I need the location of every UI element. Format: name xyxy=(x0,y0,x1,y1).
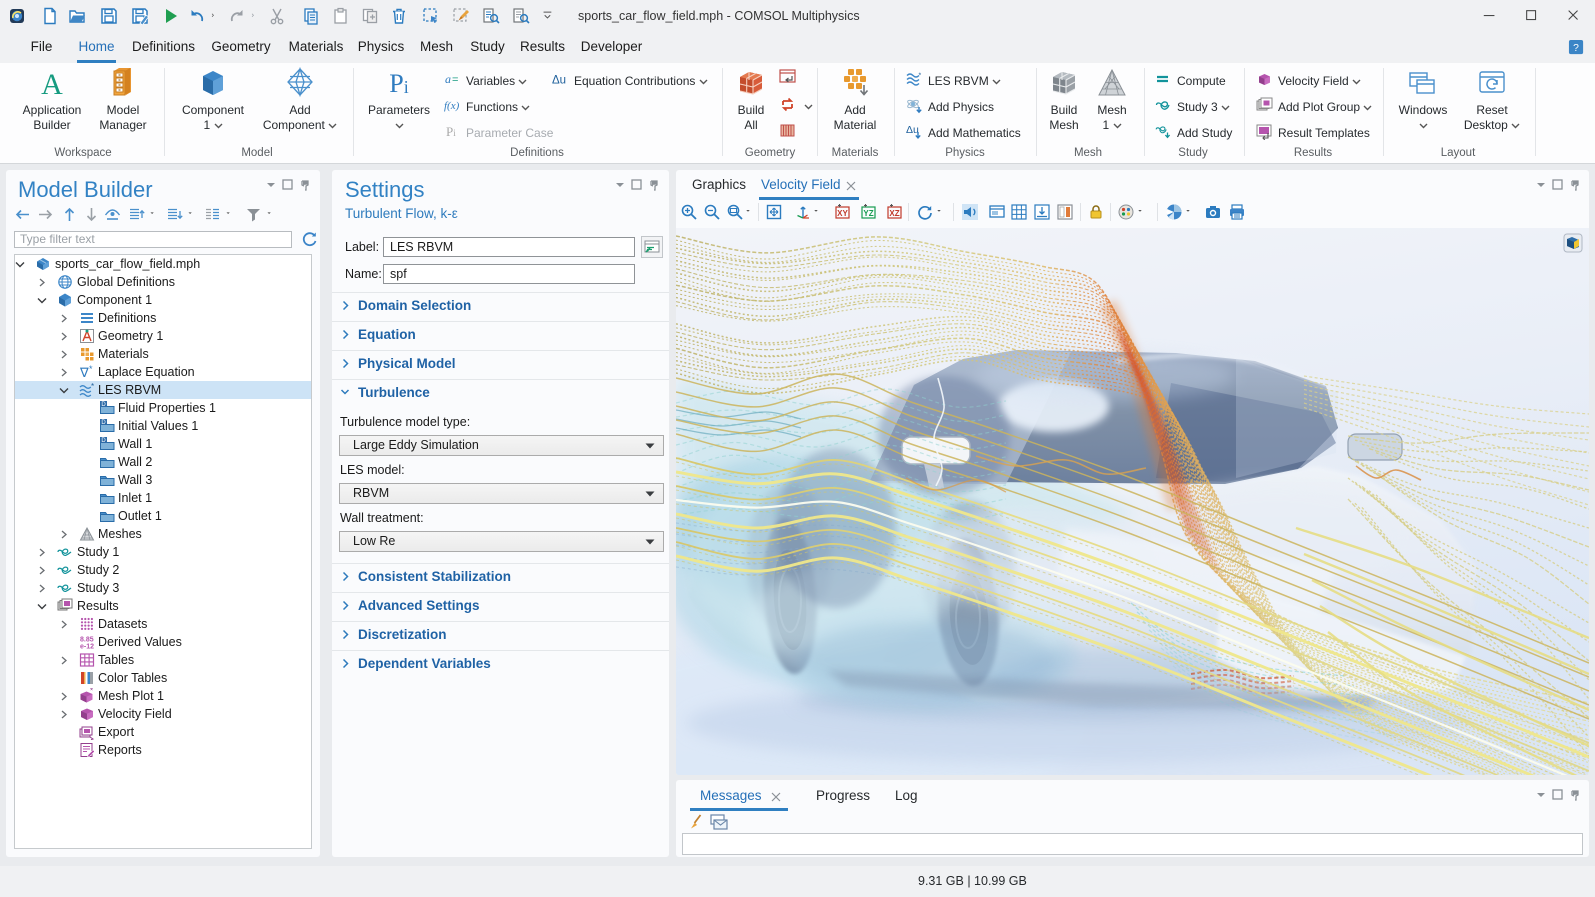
svg-text:D: D xyxy=(101,438,106,444)
svg-text:Pi: Pi xyxy=(389,69,408,98)
svg-text:D: D xyxy=(101,420,106,426)
svg-text:Δu: Δu xyxy=(906,124,919,136)
svg-text:=: = xyxy=(452,74,458,86)
svg-text:?: ? xyxy=(1573,43,1579,54)
svg-text:e-12: e-12 xyxy=(80,644,94,651)
svg-text:*: * xyxy=(919,73,922,80)
svg-text:*: * xyxy=(89,364,93,374)
svg-text:D: D xyxy=(101,402,106,408)
svg-text:Δu: Δu xyxy=(552,75,566,87)
svg-text:XY: XY xyxy=(837,209,848,218)
svg-text:YZ: YZ xyxy=(863,209,873,218)
svg-text:Pi: Pi xyxy=(446,124,456,139)
svg-text:a: a xyxy=(445,72,451,86)
svg-text:A: A xyxy=(41,68,63,99)
svg-text:XZ: XZ xyxy=(889,209,899,218)
svg-text:8.85: 8.85 xyxy=(80,637,94,644)
svg-text:f(x): f(x) xyxy=(444,100,460,112)
svg-text:∇: ∇ xyxy=(79,365,89,380)
svg-text:*: * xyxy=(91,382,94,391)
svg-text:*: * xyxy=(90,688,93,696)
